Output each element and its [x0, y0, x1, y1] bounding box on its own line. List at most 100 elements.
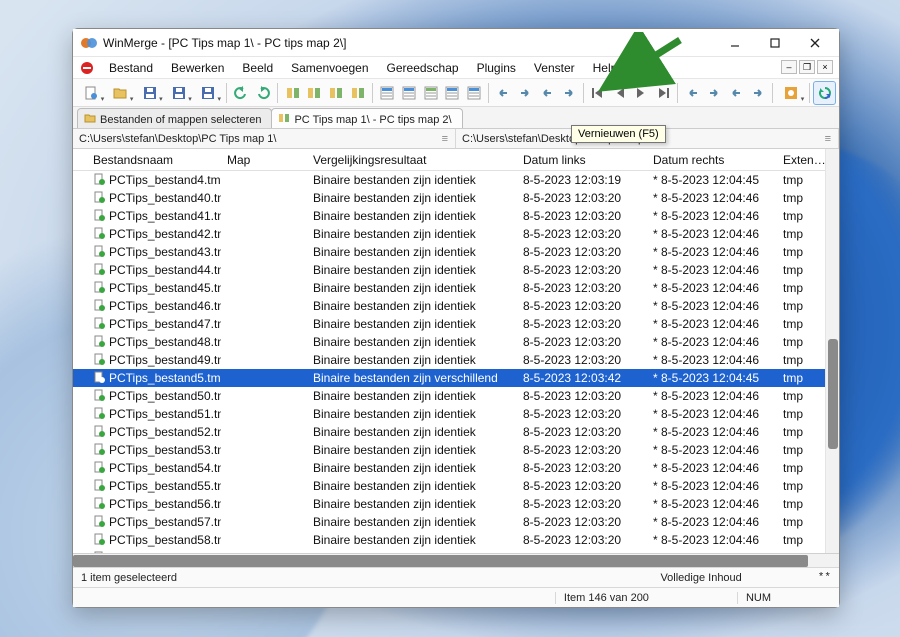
- table-row[interactable]: PCTips_bestand44.tmpBinaire bestanden zi…: [73, 261, 839, 279]
- table-row[interactable]: PCTips_bestand43.tmpBinaire bestanden zi…: [73, 243, 839, 261]
- minimize-button[interactable]: [715, 30, 755, 56]
- toolbar-redo-button[interactable]: [253, 82, 274, 104]
- cell-map: [221, 214, 307, 218]
- hscroll-thumb[interactable]: [73, 555, 808, 567]
- toolbar-diff-prev-button[interactable]: [326, 82, 347, 104]
- col-name[interactable]: Bestandsnaam: [73, 151, 221, 169]
- toolbar-move-left-button[interactable]: [726, 82, 747, 104]
- col-map[interactable]: Map: [221, 151, 307, 169]
- toolbar-refresh-button[interactable]: [814, 82, 835, 104]
- col-result[interactable]: Vergelijkingsresultaat: [307, 151, 517, 169]
- table-row[interactable]: PCTips_bestand57.tmp Binaire bestanden zi…: [73, 513, 839, 531]
- table-body[interactable]: PCTips_bestand4.tmpBinaire bestanden zij…: [73, 171, 839, 553]
- cell-date-right: * 8-5-2023 12:04:46: [647, 423, 777, 441]
- cell-result: Binaire bestanden zijn identiek: [307, 351, 517, 369]
- menu-bewerken[interactable]: Bewerken: [163, 59, 232, 77]
- toolbar-save-left-button[interactable]: ▾: [165, 82, 193, 104]
- toolbar-undo-button[interactable]: [231, 82, 252, 104]
- col-date-left[interactable]: Datum links: [517, 151, 647, 169]
- toolbar-filter-right-button[interactable]: [442, 82, 463, 104]
- cell-date-right: * 8-5-2023 12:04:46: [647, 459, 777, 477]
- table-row[interactable]: PCTips_bestand55.tmpBinaire bestanden zi…: [73, 477, 839, 495]
- file-status-icon: [93, 209, 105, 224]
- table-row[interactable]: PCTips_bestand42.tmpBinaire bestanden zi…: [73, 225, 839, 243]
- horizontal-scrollbar[interactable]: [73, 553, 839, 567]
- toolbar-separator: [772, 83, 773, 103]
- table-row[interactable]: PCTips_bestand54.tmpBinaire bestanden zi…: [73, 459, 839, 477]
- menu-bestand[interactable]: Bestand: [101, 59, 161, 77]
- cell-map: [221, 340, 307, 344]
- menu-gereedschap[interactable]: Gereedschap: [379, 59, 467, 77]
- table-row[interactable]: PCTips_bestand58.tmpBinaire bestanden zi…: [73, 531, 839, 549]
- table-row[interactable]: PCTips_bestand56.tmpBinaire bestanden zi…: [73, 495, 839, 513]
- cell-map: [221, 430, 307, 434]
- vscroll-thumb[interactable]: [828, 339, 838, 449]
- cell-map: [221, 520, 307, 524]
- toolbar-merge-all-right-button[interactable]: [515, 82, 536, 104]
- document-tabs: Bestanden of mappen selecteren PC Tips m…: [73, 107, 839, 129]
- toolbar-filter-diff-button[interactable]: [399, 82, 420, 104]
- menu-plugins[interactable]: Plugins: [469, 59, 524, 77]
- mdi-close[interactable]: ×: [817, 60, 833, 74]
- file-status-icon: [93, 173, 105, 188]
- menu-venster[interactable]: Venster: [526, 59, 583, 77]
- dropdown-caret-icon: ▾: [188, 95, 192, 103]
- col-date-right[interactable]: Datum rechts: [647, 151, 777, 169]
- tab-compare[interactable]: PC Tips map 1\ - PC tips map 2\: [271, 108, 462, 128]
- menu-samenvoegen[interactable]: Samenvoegen: [283, 59, 376, 77]
- vertical-scrollbar[interactable]: [825, 171, 839, 553]
- mdi-minimize[interactable]: –: [781, 60, 797, 74]
- toolbar-filter-same-button[interactable]: [377, 82, 398, 104]
- table-row[interactable]: PCTips_bestand50.tmpBinaire bestanden zi…: [73, 387, 839, 405]
- toolbar-move-right-button[interactable]: [747, 82, 768, 104]
- toolbar-diff-show-button[interactable]: [282, 82, 303, 104]
- toolbar-diff-context-button[interactable]: [347, 82, 368, 104]
- table-row[interactable]: PCTips_bestand53.tmpBinaire bestanden zi…: [73, 441, 839, 459]
- table-row[interactable]: PCTips_bestand46.tmpBinaire bestanden zi…: [73, 297, 839, 315]
- toolbar-next-diff-button[interactable]: [631, 82, 652, 104]
- cell-filename: PCTips_bestand57.tmp: [109, 515, 221, 529]
- toolbar-copy-right-button[interactable]: [704, 82, 725, 104]
- table-row[interactable]: PCTips_bestand40.tmpBinaire bestanden zi…: [73, 189, 839, 207]
- table-row[interactable]: PCTips_bestand45.tmpBinaire bestanden zi…: [73, 279, 839, 297]
- toolbar-options-button[interactable]: ▾: [777, 82, 805, 104]
- toolbar-first-diff-button[interactable]: [588, 82, 609, 104]
- table-row[interactable]: PCTips_bestand4.tmpBinaire bestanden zij…: [73, 171, 839, 189]
- path-left-menu-icon[interactable]: ≡: [442, 133, 449, 145]
- toolbar-open-button[interactable]: ▾: [106, 82, 134, 104]
- toolbar-diff-next-button[interactable]: [304, 82, 325, 104]
- toolbar-merge-left-button[interactable]: [537, 82, 558, 104]
- table-row[interactable]: PCTips_bestand49.tmpBinaire bestanden zi…: [73, 351, 839, 369]
- toolbar-merge-right-button[interactable]: [558, 82, 579, 104]
- table-row[interactable]: PCTips_bestand48.tmpBinaire bestanden zi…: [73, 333, 839, 351]
- path-right-menu-icon[interactable]: ≡: [825, 133, 832, 145]
- menu-help[interactable]: Help: [585, 59, 626, 77]
- toolbar-new-compare-button[interactable]: ▾: [77, 82, 105, 104]
- table-row[interactable]: PCTips_bestand51.tmpBinaire bestanden zi…: [73, 405, 839, 423]
- tab-select-files[interactable]: Bestanden of mappen selecteren: [77, 108, 272, 128]
- path-left[interactable]: C:\Users\stefan\Desktop\PC Tips map 1\ ≡: [73, 129, 456, 148]
- table-row[interactable]: PCTips_bestand41.tmpBinaire bestanden zi…: [73, 207, 839, 225]
- status-selected: 1 item geselecteerd: [73, 572, 185, 584]
- cell-filename: PCTips_bestand45.tmp: [109, 281, 221, 295]
- toolbar-merge-all-left-button[interactable]: [493, 82, 514, 104]
- mdi-restore[interactable]: ❐: [799, 60, 815, 74]
- toolbar-filter-left-button[interactable]: [420, 82, 441, 104]
- toolbar-save-button[interactable]: ▾: [135, 82, 163, 104]
- menu-beeld[interactable]: Beeld: [234, 59, 281, 77]
- cell-result: Binaire bestanden zijn identiek: [307, 513, 517, 531]
- toolbar-save-right-button[interactable]: ▾: [194, 82, 222, 104]
- maximize-button[interactable]: [755, 30, 795, 56]
- table-row[interactable]: PCTips_bestand47.tmpBinaire bestanden zi…: [73, 315, 839, 333]
- toolbar-prev-diff-button[interactable]: [609, 82, 630, 104]
- cell-date-left: 8-5-2023 12:03:19: [517, 171, 647, 189]
- file-status-icon: [93, 245, 105, 260]
- close-button[interactable]: [795, 30, 835, 56]
- toolbar-copy-left-button[interactable]: [682, 82, 703, 104]
- toolbar-last-diff-button[interactable]: [653, 82, 674, 104]
- toolbar-filter-tree-button[interactable]: [464, 82, 485, 104]
- toolbar-separator: [277, 83, 278, 103]
- table-row[interactable]: PCTips_bestand52.tmpBinaire bestanden zi…: [73, 423, 839, 441]
- table-row[interactable]: PCTips_bestand5.tmpBinaire bestanden zij…: [73, 369, 839, 387]
- status-asterisks: **: [810, 572, 839, 584]
